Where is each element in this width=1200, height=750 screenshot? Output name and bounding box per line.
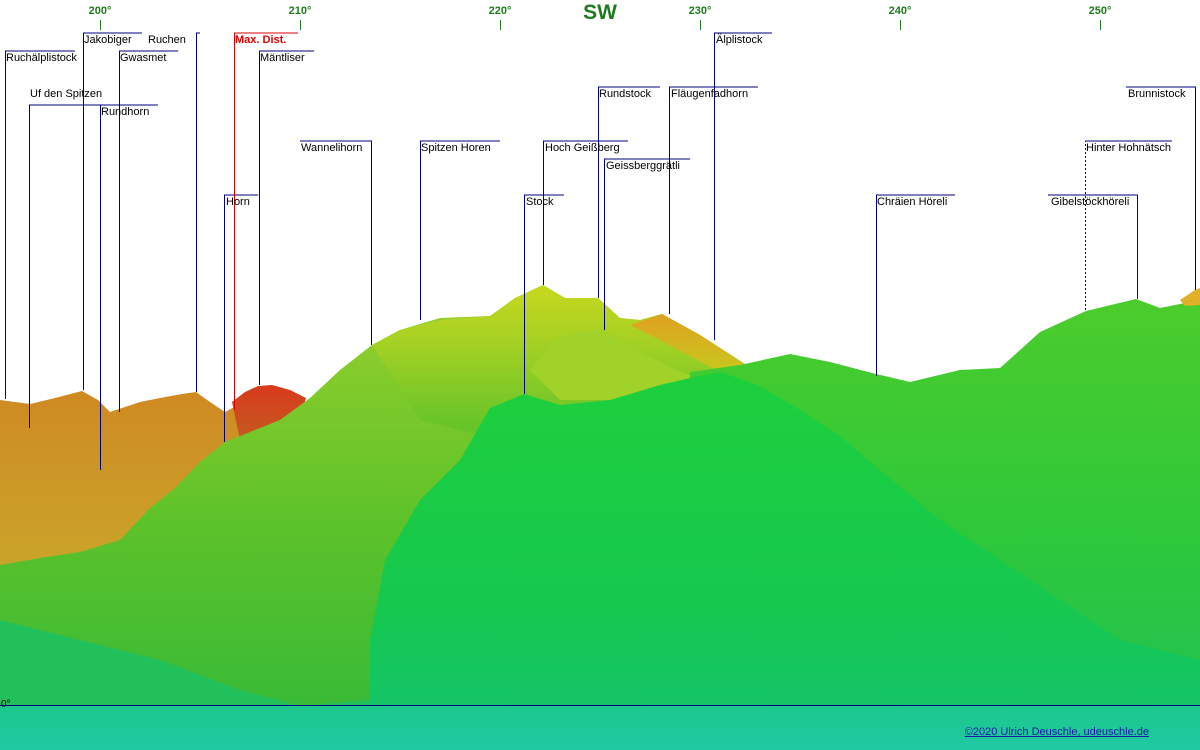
peak-label-hoch-geissberg[interactable]: Hoch Geißberg [545,142,620,155]
terrain-rendering [0,32,1200,750]
peak-label-geissberggratli[interactable]: Geissberggrätli [606,160,680,173]
compass-degree-200: 200° [88,5,112,17]
peak-label-uf-den-spitzen[interactable]: Uf den Spitzen [30,88,102,101]
peak-label-mantliser[interactable]: Mäntliser [260,52,305,65]
panorama-view: 200° 210° 220° SW 230° 240° 250° Ruchälp… [0,0,1200,750]
peak-label-alplistock[interactable]: Älplistock [716,34,762,47]
peak-label-jakobiger[interactable]: Jakobiger [84,34,132,47]
compass-tick [500,20,501,30]
compass-tick [700,20,701,30]
compass-degree-220: 220° [488,5,512,17]
compass-tick [900,20,901,30]
max-distance-label: Max. Dist. [235,34,287,46]
peak-label-chraien-horeli[interactable]: Chräien Höreli [877,196,947,209]
peak-label-stock[interactable]: Stock [526,196,554,209]
peak-label-hinter-hohnatsch[interactable]: Hinter Hohnätsch [1086,142,1171,155]
compass-degree-240: 240° [888,5,912,17]
peak-label-gibelstockhoreli[interactable]: Gibelstöckhöreli [1051,196,1129,209]
peak-label-flaugenfadhorn[interactable]: Fläugenfadhorn [671,88,748,101]
horizon-zero-label: 0° [1,699,11,710]
peak-label-horn[interactable]: Horn [226,196,250,209]
peak-label-rundhorn[interactable]: Rundhorn [101,106,149,119]
compass-tick [100,20,101,30]
peak-label-wannelihorn[interactable]: Wannelihorn [301,142,362,155]
peak-label-gwasmet[interactable]: Gwasmet [120,52,166,65]
peak-label-brunnistock[interactable]: Brunnistock [1128,88,1185,101]
compass-degree-250: 250° [1088,5,1112,17]
peak-label-ruchalplistock[interactable]: Ruchälplistock [6,52,77,65]
peak-label-ruchen[interactable]: Ruchen [148,34,186,47]
compass-degree-210: 210° [288,5,312,17]
compass-cardinal: SW [583,1,617,24]
peak-label-rundstock[interactable]: Rundstock [599,88,651,101]
credit-link[interactable]: ©2020 Ulrich Deuschle, udeuschle.de [965,726,1149,738]
compass-tick [1100,20,1101,30]
compass-tick [300,20,301,30]
compass-degree-230: 230° [688,5,712,17]
peak-label-spitzen-horen[interactable]: Spitzen Horen [421,142,491,155]
